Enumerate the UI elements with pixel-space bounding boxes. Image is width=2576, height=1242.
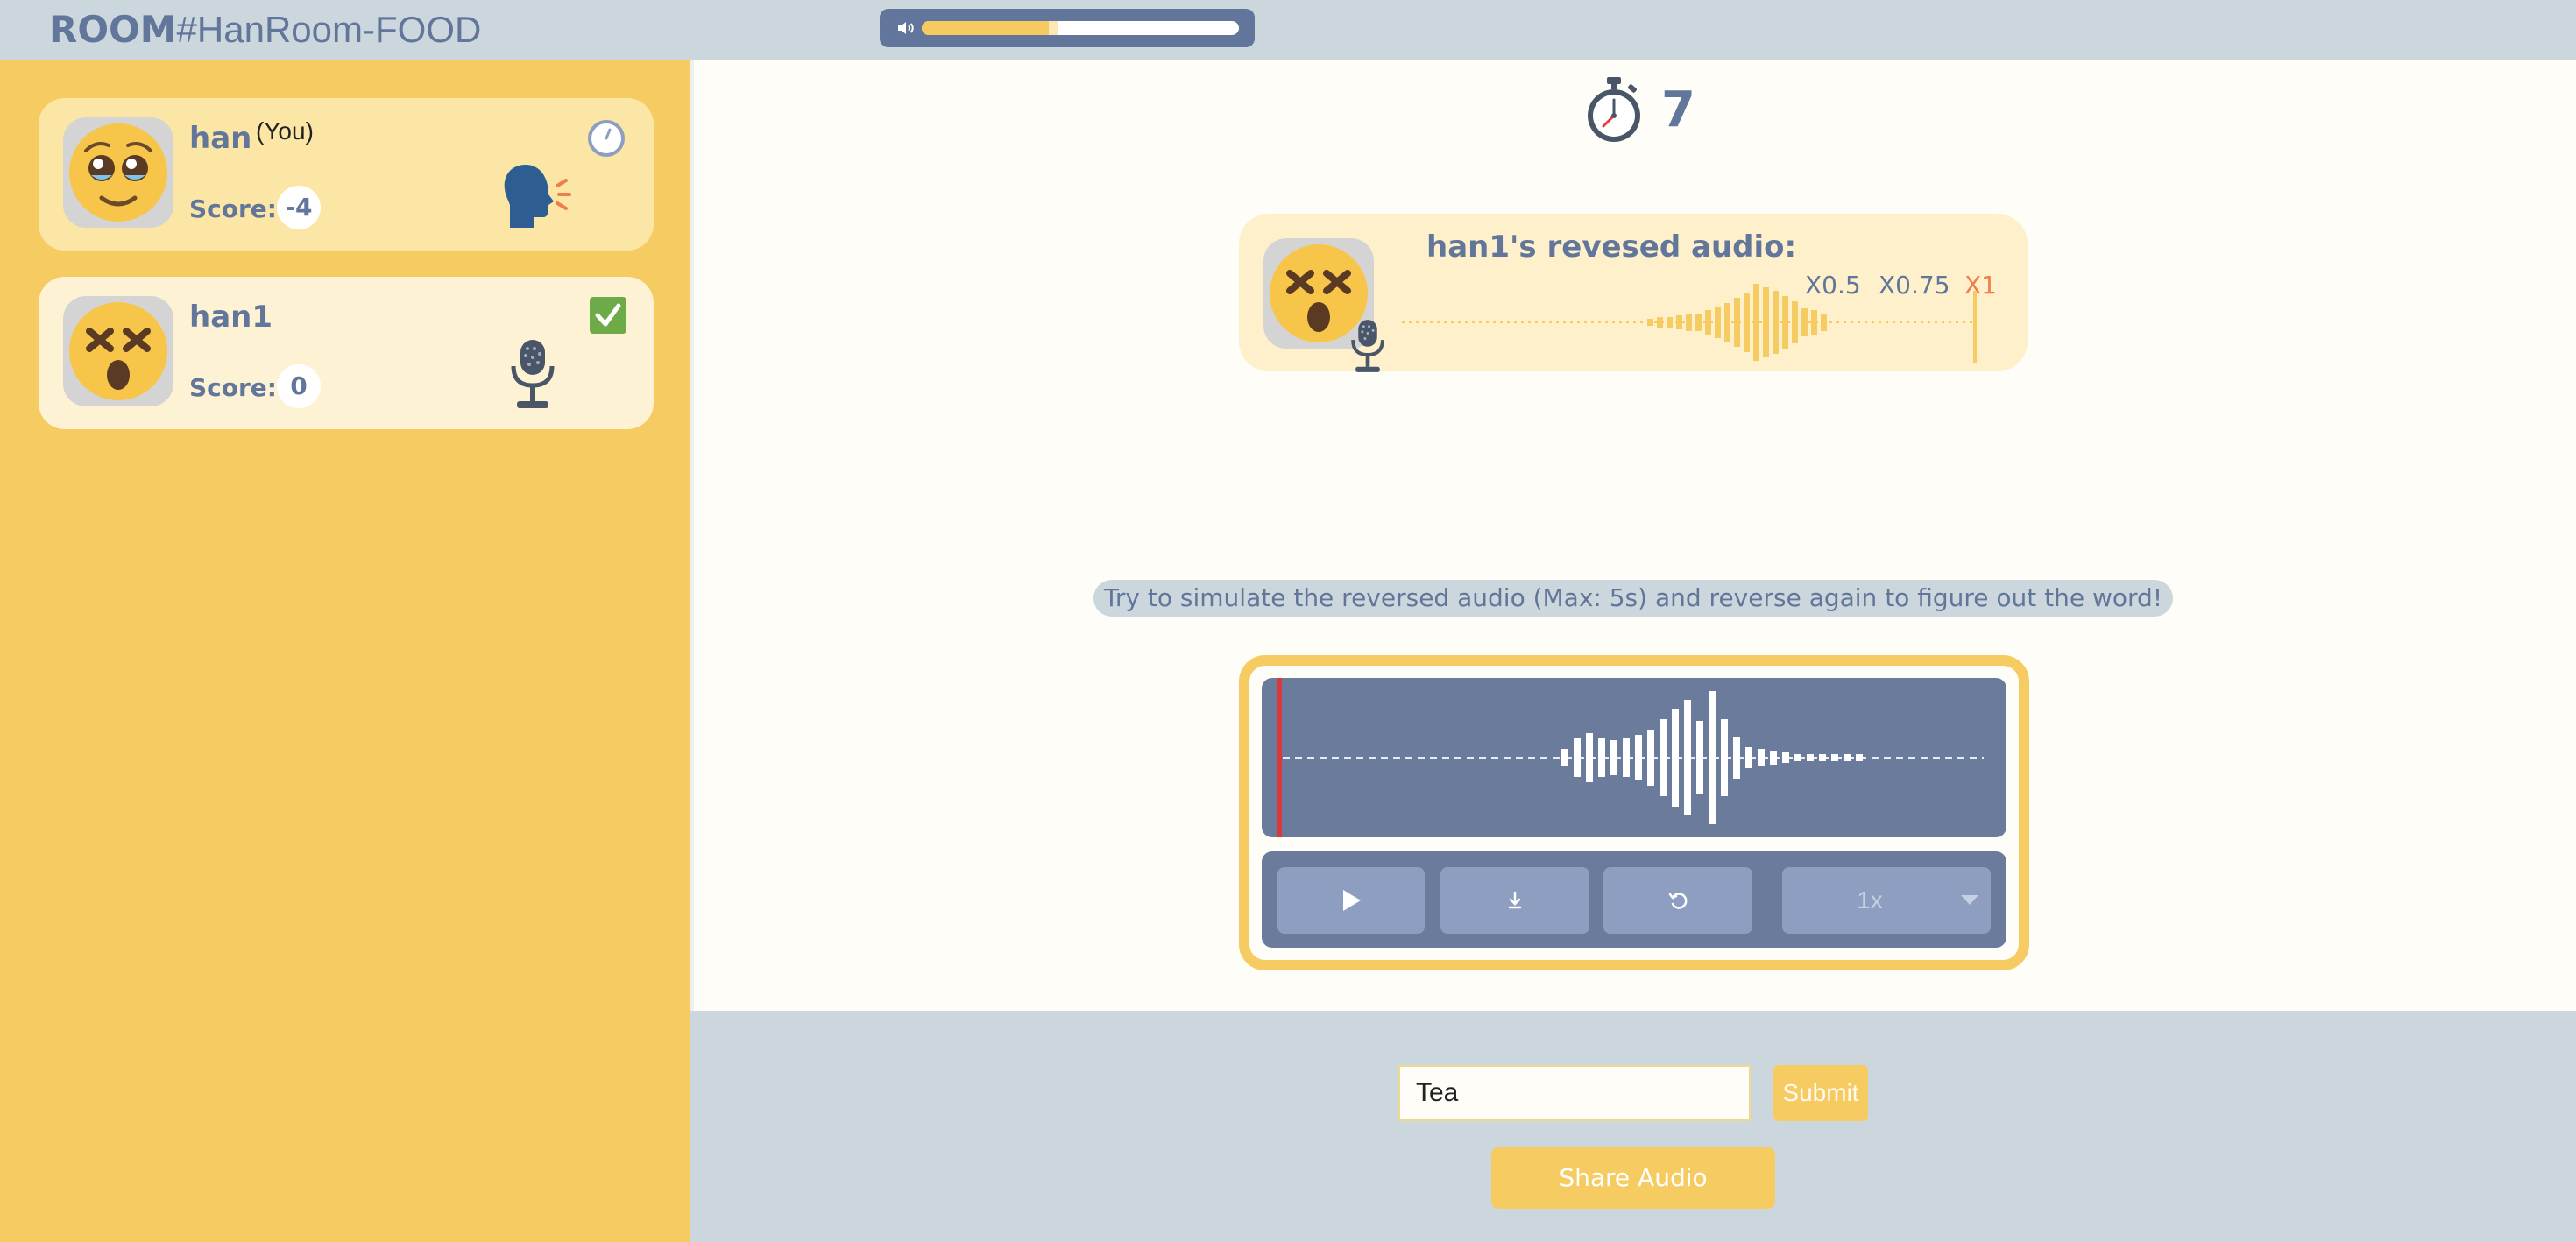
- player-name: han: [189, 121, 252, 156]
- microphone-icon: [1351, 320, 1384, 372]
- pleading-face-icon: [69, 123, 167, 222]
- volume-track[interactable]: [922, 21, 1239, 35]
- player-card-han: han (You) Score: -4: [39, 98, 654, 251]
- playback-rate-value: 1x: [1857, 886, 1883, 914]
- waveform-bar: [1773, 291, 1779, 354]
- score-value: -4: [277, 186, 321, 229]
- waveform-bar: [1623, 738, 1630, 777]
- waveform-bar: [1635, 735, 1642, 780]
- room-prefix: ROOM: [49, 8, 177, 51]
- player-card-han1: han1 Score: 0: [39, 277, 654, 429]
- waveform-bar: [1770, 751, 1777, 765]
- player-name: han1: [189, 300, 273, 335]
- reversed-audio-title: han1's revesed audio:: [1426, 229, 1797, 265]
- waveform-bar: [1734, 298, 1740, 347]
- waveform-bar: [1676, 315, 1682, 329]
- score-label: Score:: [189, 373, 277, 402]
- avatar: [63, 117, 173, 228]
- play-icon: [1343, 890, 1361, 911]
- chevron-down-icon: [1961, 895, 1978, 905]
- waveform-bar: [1811, 310, 1817, 335]
- waveform-bar: [1758, 749, 1765, 766]
- dizzy-face-icon: [69, 302, 167, 400]
- waveform-bar: [1844, 754, 1851, 761]
- instruction-banner: Try to simulate the reversed audio (Max:…: [1093, 580, 2173, 617]
- clock-icon: [588, 120, 625, 157]
- waveform-bar: [1753, 284, 1759, 361]
- waveform-bar: [1794, 754, 1801, 761]
- waveform-bar: [1715, 307, 1721, 338]
- download-icon: [1508, 891, 1522, 909]
- waveform-bar: [1763, 287, 1769, 357]
- waveform-bar: [1586, 733, 1593, 782]
- waveform-bar: [1831, 754, 1838, 761]
- waveform-bar: [1574, 738, 1581, 777]
- stopwatch-icon: [1588, 77, 1640, 142]
- waveform-bar: [1598, 738, 1605, 777]
- playhead: [1277, 678, 1282, 837]
- waveform-bar: [1819, 754, 1826, 761]
- share-audio-button[interactable]: Share Audio: [1491, 1147, 1775, 1209]
- you-tag: (You): [256, 117, 314, 145]
- waveform-bar: [1647, 319, 1653, 326]
- speaker-icon: [898, 22, 914, 34]
- waveform-bar: [1667, 317, 1673, 328]
- waveform-bar: [1684, 700, 1691, 815]
- recorded-waveform[interactable]: [1262, 678, 2006, 837]
- waveform-bar: [1782, 296, 1788, 349]
- answer-input[interactable]: [1398, 1065, 1751, 1121]
- waveform-bar: [1657, 317, 1663, 328]
- microphone-icon: [511, 340, 555, 408]
- waveform-bar: [1647, 730, 1654, 786]
- waveform-bar: [1610, 740, 1617, 775]
- undo-icon: [1668, 893, 1688, 909]
- reversed-audio-waveform[interactable]: [1398, 279, 1994, 366]
- score-value: 0: [277, 364, 321, 408]
- waveform-bar: [1807, 754, 1814, 761]
- waveform-bar: [1724, 303, 1730, 342]
- volume-slider[interactable]: [880, 9, 1255, 47]
- timer-count: 7: [1661, 81, 1695, 138]
- waveform-bar: [1695, 314, 1702, 331]
- submit-button[interactable]: Submit: [1773, 1065, 1868, 1121]
- waveform-bar: [1660, 719, 1667, 796]
- reset-button[interactable]: [1603, 867, 1752, 934]
- avatar: [63, 296, 173, 406]
- play-button[interactable]: [1277, 867, 1425, 934]
- waveform-bar: [1721, 719, 1728, 796]
- room-name: #HanRoom-FOOD: [176, 9, 482, 50]
- speaking-head-icon: [504, 165, 571, 228]
- waveform-bar: [1801, 308, 1808, 336]
- waveform-bar: [1821, 314, 1827, 331]
- room-title: ROOM#HanRoom-FOOD: [49, 5, 481, 54]
- volume-buffer: [1048, 21, 1058, 35]
- waveform-bar: [1709, 691, 1716, 824]
- waveform-bar: [1856, 754, 1863, 761]
- playback-rate-select[interactable]: 1x: [1782, 867, 1991, 934]
- waveform-bar: [1792, 301, 1798, 343]
- waveform-bar: [1686, 314, 1692, 331]
- volume-fill: [922, 21, 1049, 35]
- checkmark-icon: [590, 297, 626, 334]
- download-button[interactable]: [1440, 867, 1589, 934]
- waveform-bar: [1744, 293, 1750, 352]
- waveform-bar: [1782, 752, 1789, 763]
- waveform-bar: [1696, 721, 1703, 794]
- waveform-bar: [1705, 310, 1711, 335]
- score-label: Score:: [189, 194, 277, 223]
- waveform-bar: [1745, 747, 1752, 768]
- waveform-bar: [1561, 749, 1568, 766]
- waveform-bar: [1672, 709, 1679, 807]
- waveform-bar: [1733, 737, 1740, 779]
